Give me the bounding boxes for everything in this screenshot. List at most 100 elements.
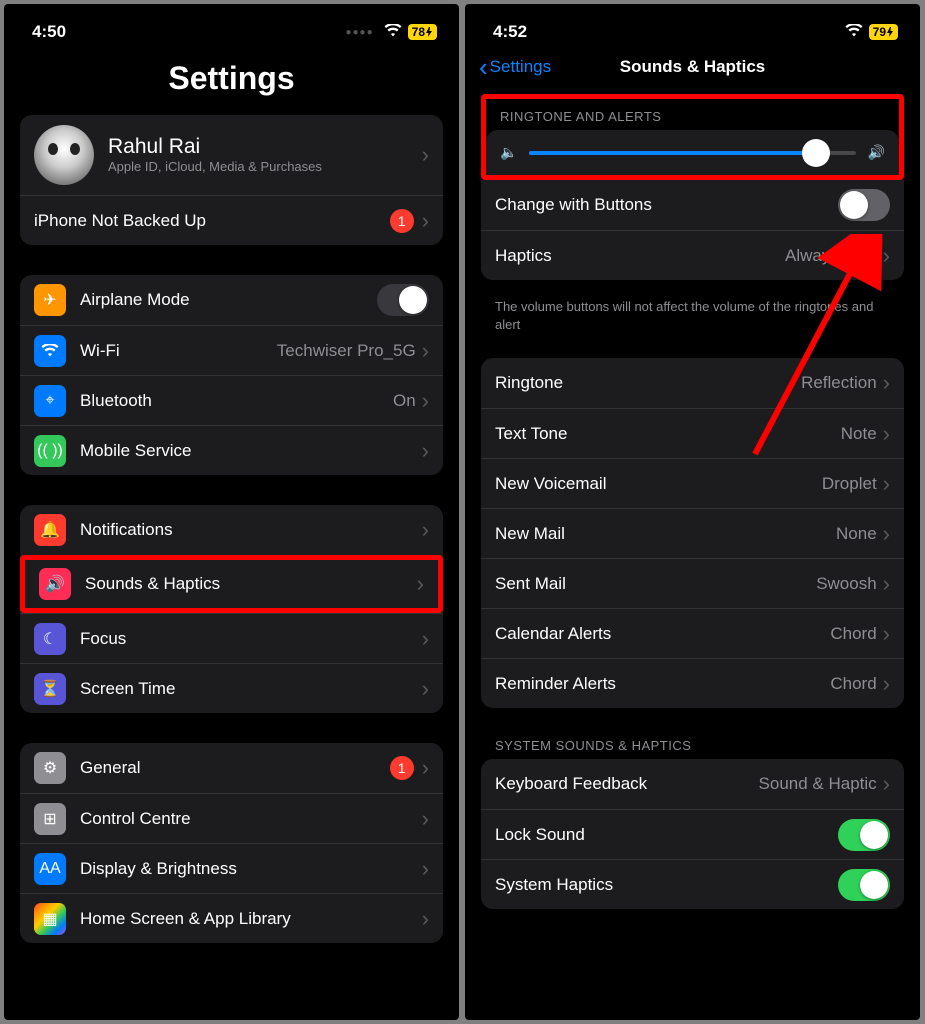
chevron-icon: › xyxy=(417,571,424,597)
bell-icon: 🔔 xyxy=(34,514,66,546)
status-bar: 4:50 ●●●● 78 xyxy=(4,4,459,50)
backup-row[interactable]: iPhone Not Backed Up 1 › xyxy=(20,195,443,245)
airplane-toggle[interactable] xyxy=(377,284,429,316)
chevron-icon: › xyxy=(422,338,429,364)
sounds-label: Sounds & Haptics xyxy=(85,574,417,594)
airplane-icon: ✈ xyxy=(34,284,66,316)
preferences-group: 🔔 Notifications › 🔊 Sounds & Haptics › ☾… xyxy=(20,505,443,713)
change-buttons-label: Change with Buttons xyxy=(495,195,838,215)
chevron-icon: › xyxy=(422,856,429,882)
haptics-row[interactable]: Haptics Always Play › xyxy=(481,230,904,280)
control-label: Control Centre xyxy=(80,809,422,829)
ringtone-label: Ringtone xyxy=(495,373,801,393)
chevron-icon: › xyxy=(422,626,429,652)
grid-icon: ▦ xyxy=(34,903,66,935)
switches-icon: ⊞ xyxy=(34,803,66,835)
screentime-label: Screen Time xyxy=(80,679,422,699)
nav-header: ‹ Settings Sounds & Haptics xyxy=(465,50,920,94)
calendar-value: Chord xyxy=(830,624,876,644)
bluetooth-value: On xyxy=(393,391,416,411)
control-centre-row[interactable]: ⊞ Control Centre › xyxy=(20,793,443,843)
airplane-row[interactable]: ✈ Airplane Mode xyxy=(20,275,443,325)
cellular-icon: ●●●● xyxy=(345,27,373,38)
keyboard-feedback-row[interactable]: Keyboard Feedback Sound & Haptic › xyxy=(481,759,904,809)
chevron-icon: › xyxy=(422,517,429,543)
chevron-icon: › xyxy=(883,571,890,597)
system-haptics-row[interactable]: System Haptics xyxy=(481,859,904,909)
sent-mail-row[interactable]: Sent Mail Swoosh › xyxy=(481,558,904,608)
reminder-row[interactable]: Reminder Alerts Chord › xyxy=(481,658,904,708)
system-sounds-header: SYSTEM SOUNDS & HAPTICS xyxy=(481,738,904,759)
chevron-icon: › xyxy=(883,421,890,447)
apple-id-row[interactable]: Rahul Rai Apple ID, iCloud, Media & Purc… xyxy=(20,115,443,195)
new-mail-row[interactable]: New Mail None › xyxy=(481,508,904,558)
chevron-icon: › xyxy=(883,671,890,697)
text-tone-row[interactable]: Text Tone Note › xyxy=(481,408,904,458)
keyboard-label: Keyboard Feedback xyxy=(495,774,759,794)
ringtone-header: RINGTONE AND ALERTS xyxy=(486,99,899,130)
chevron-icon: › xyxy=(883,521,890,547)
display-row[interactable]: AA Display & Brightness › xyxy=(20,843,443,893)
notifications-row[interactable]: 🔔 Notifications › xyxy=(20,505,443,555)
calendar-row[interactable]: Calendar Alerts Chord › xyxy=(481,608,904,658)
gear-icon: ⚙ xyxy=(34,752,66,784)
text-tone-value: Note xyxy=(841,424,877,444)
wifi-icon xyxy=(384,22,402,42)
homescreen-row[interactable]: ▦ Home Screen & App Library › xyxy=(20,893,443,943)
haptics-value: Always Play xyxy=(785,246,877,266)
chevron-icon: › xyxy=(422,806,429,832)
mobile-label: Mobile Service xyxy=(80,441,422,461)
system-group: ⚙ General 1 › ⊞ Control Centre › AA Disp… xyxy=(20,743,443,943)
lock-sound-row[interactable]: Lock Sound xyxy=(481,809,904,859)
chevron-icon: › xyxy=(422,438,429,464)
bluetooth-row[interactable]: ⌖ Bluetooth On › xyxy=(20,375,443,425)
sounds-haptics-row[interactable]: 🔊 Sounds & Haptics › xyxy=(20,555,443,613)
status-time: 4:50 xyxy=(32,22,66,42)
system-haptics-toggle[interactable] xyxy=(838,869,890,901)
sent-mail-value: Swoosh xyxy=(816,574,876,594)
mobile-row[interactable]: (( )) Mobile Service › xyxy=(20,425,443,475)
speaker-high-icon: 🔊 xyxy=(868,144,885,161)
profile-name: Rahul Rai xyxy=(108,135,422,159)
lock-sound-toggle[interactable] xyxy=(838,819,890,851)
volume-slider-row: 🔈 🔊 xyxy=(486,130,899,175)
wifi-row[interactable]: Wi-Fi Techwiser Pro_5G › xyxy=(20,325,443,375)
keyboard-value: Sound & Haptic xyxy=(759,774,877,794)
wifi-label: Wi-Fi xyxy=(80,341,277,361)
sounds-haptics-screen: 4:52 79 ‹ Settings Sounds & Haptics RING… xyxy=(465,4,920,1020)
backup-badge: 1 xyxy=(390,209,414,233)
chevron-icon: › xyxy=(422,906,429,932)
general-row[interactable]: ⚙ General 1 › xyxy=(20,743,443,793)
back-button[interactable]: ‹ Settings xyxy=(479,52,551,83)
voicemail-value: Droplet xyxy=(822,474,877,494)
chevron-icon: › xyxy=(422,388,429,414)
status-time: 4:52 xyxy=(493,22,527,42)
display-label: Display & Brightness xyxy=(80,859,422,879)
focus-row[interactable]: ☾ Focus › xyxy=(20,613,443,663)
system-sounds-group: Keyboard Feedback Sound & Haptic › Lock … xyxy=(481,759,904,909)
home-label: Home Screen & App Library xyxy=(80,909,422,929)
status-indicators: 79 xyxy=(845,22,898,42)
chevron-icon: › xyxy=(883,243,890,269)
change-buttons-toggle[interactable] xyxy=(838,189,890,221)
notifications-label: Notifications xyxy=(80,520,422,540)
ringtone-row[interactable]: Ringtone Reflection › xyxy=(481,358,904,408)
antenna-icon: (( )) xyxy=(34,435,66,467)
chevron-icon: › xyxy=(883,370,890,396)
new-mail-label: New Mail xyxy=(495,524,836,544)
profile-group: Rahul Rai Apple ID, iCloud, Media & Purc… xyxy=(20,115,443,245)
wifi-icon xyxy=(845,22,863,42)
system-haptics-label: System Haptics xyxy=(495,875,838,895)
haptics-label: Haptics xyxy=(495,246,785,266)
voicemail-row[interactable]: New Voicemail Droplet › xyxy=(481,458,904,508)
chevron-icon: › xyxy=(883,771,890,797)
backup-label: iPhone Not Backed Up xyxy=(34,211,390,231)
change-buttons-row[interactable]: Change with Buttons xyxy=(481,180,904,230)
general-label: General xyxy=(80,758,390,778)
battery-badge: 78 xyxy=(408,24,437,40)
speaker-icon: 🔊 xyxy=(39,568,71,600)
volume-slider[interactable] xyxy=(529,151,855,155)
profile-sub: Apple ID, iCloud, Media & Purchases xyxy=(108,159,422,176)
screentime-row[interactable]: ⏳ Screen Time › xyxy=(20,663,443,713)
focus-label: Focus xyxy=(80,629,422,649)
